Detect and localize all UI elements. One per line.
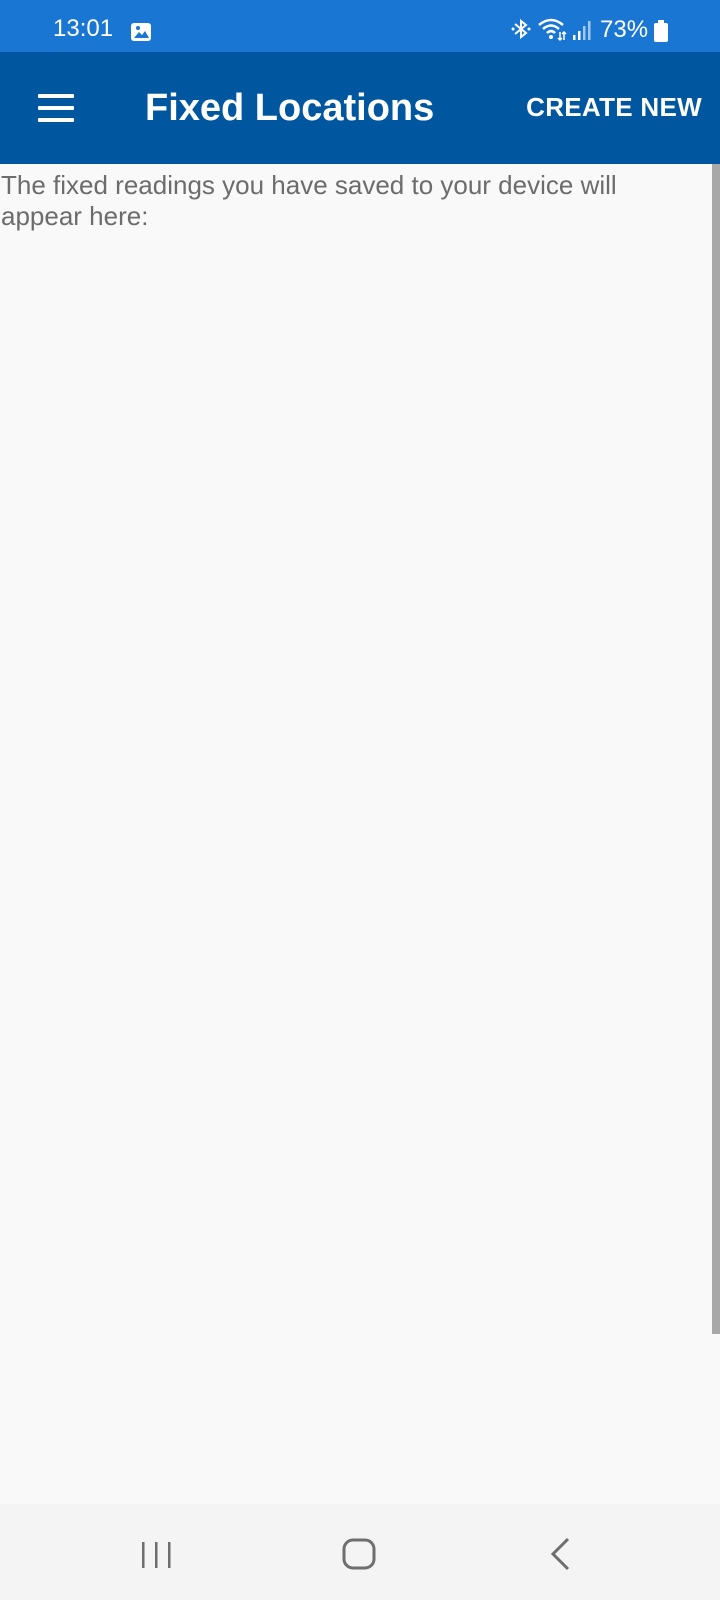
home-icon[interactable] (340, 1536, 378, 1572)
navigation-bar (0, 1504, 720, 1600)
intro-text: The fixed readings you have saved to you… (1, 170, 617, 231)
status-time: 13:01 (53, 15, 114, 42)
page-title: Fixed Locations (145, 87, 435, 129)
battery-icon (654, 20, 668, 42)
hamburger-menu-icon[interactable] (28, 82, 84, 134)
wifi-icon (538, 18, 567, 42)
bluetooth-icon (511, 18, 531, 40)
scrollbar[interactable] (712, 164, 720, 1334)
status-bar: 13:01 73% (0, 0, 720, 52)
signal-icon (573, 21, 591, 40)
fixed-locations-list: The fixed readings you have saved to you… (0, 164, 712, 1504)
gallery-icon (131, 23, 151, 41)
recents-icon[interactable] (140, 1540, 176, 1570)
create-new-button[interactable]: CREATE NEW (526, 90, 702, 124)
app-bar: Fixed Locations CREATE NEW (0, 52, 720, 164)
back-icon[interactable] (548, 1536, 574, 1572)
screen: 13:01 73% Fixed Locations CREATE NEW The… (0, 0, 720, 1600)
battery-percentage: 73% (600, 16, 649, 43)
